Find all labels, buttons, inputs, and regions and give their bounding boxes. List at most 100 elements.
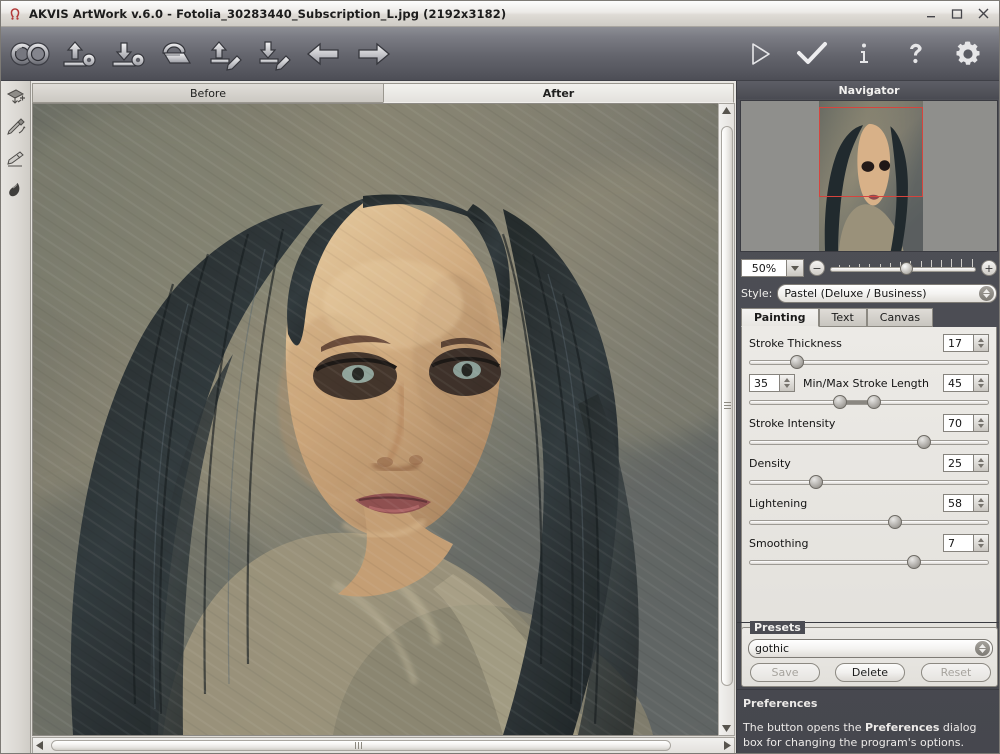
lightening-stepper[interactable]: 58: [943, 494, 989, 512]
density-slider[interactable]: [749, 474, 989, 490]
save-image-icon[interactable]: [105, 32, 151, 76]
zoom-slider[interactable]: [830, 259, 976, 277]
zoom-input[interactable]: 50%: [741, 259, 787, 277]
toolbar-left-group: [1, 32, 396, 76]
window-title: AKVIS ArtWork v.6.0 - Fotolia_30283440_S…: [29, 7, 506, 21]
akvis-horseshoe-icon: [7, 6, 23, 22]
spinner-updown-icon[interactable]: [974, 534, 989, 552]
density-stepper[interactable]: 25: [943, 454, 989, 472]
image-canvas[interactable]: [32, 103, 735, 736]
spinner-updown-icon[interactable]: [974, 494, 989, 512]
max-stroke-length-value[interactable]: 45: [943, 374, 974, 392]
scroll-right-icon[interactable]: [724, 741, 731, 750]
left-toolbar: [1, 81, 31, 754]
preset-select[interactable]: gothic: [748, 639, 993, 658]
setting-row-stroke-intensity: Stroke Intensity 70: [749, 413, 989, 433]
stroke-intensity-value[interactable]: 70: [943, 414, 974, 432]
load-preset-icon[interactable]: [203, 32, 249, 76]
navigator-preview[interactable]: [740, 100, 998, 252]
tab-before[interactable]: Before: [32, 83, 384, 103]
save-preset-icon[interactable]: [252, 32, 298, 76]
lightening-slider[interactable]: [749, 514, 989, 530]
zoom-out-button[interactable]: −: [809, 260, 825, 276]
main-toolbar: [1, 27, 1000, 81]
maximize-icon[interactable]: [949, 6, 965, 22]
smoothing-value[interactable]: 7: [943, 534, 974, 552]
scroll-up-icon[interactable]: [722, 107, 731, 114]
smudge-tool-icon[interactable]: [1, 174, 31, 205]
min-stroke-length-value[interactable]: 35: [749, 374, 780, 392]
redo-icon[interactable]: [350, 32, 396, 76]
stroke-intensity-slider[interactable]: [749, 434, 989, 450]
preset-save-button[interactable]: Save: [750, 663, 820, 682]
setting-row-stroke-length: 35 Min/Max Stroke Length 45: [749, 373, 989, 393]
settings-tabs: Painting Text Canvas: [741, 308, 997, 327]
stroke-thickness-value[interactable]: 17: [943, 334, 974, 352]
smoothing-stepper[interactable]: 7: [943, 534, 989, 552]
zoom-in-button[interactable]: +: [981, 260, 997, 276]
navigator-viewport-rect[interactable]: [819, 107, 923, 197]
tab-after[interactable]: After: [383, 83, 734, 103]
slider-thumb[interactable]: [809, 475, 823, 489]
lightening-label: Lightening: [749, 497, 807, 510]
spinner-updown-icon[interactable]: [974, 454, 989, 472]
help-icon[interactable]: [897, 32, 935, 76]
spinner-updown-icon[interactable]: [974, 414, 989, 432]
print-icon[interactable]: [154, 32, 200, 76]
presets-legend: Presets: [750, 621, 805, 634]
open-image-icon[interactable]: [56, 32, 102, 76]
transform-tool-icon[interactable]: [1, 81, 31, 112]
run-icon[interactable]: [741, 32, 779, 76]
chevron-down-icon[interactable]: [787, 259, 804, 277]
slider-thumb[interactable]: [907, 555, 921, 569]
min-stroke-length-stepper[interactable]: 35: [749, 374, 795, 392]
preset-reset-button[interactable]: Reset: [921, 663, 991, 682]
style-row: Style: Pastel (Deluxe / Business): [741, 283, 997, 303]
slider-thumb[interactable]: [790, 355, 804, 369]
slider-track: [749, 440, 989, 445]
tab-painting[interactable]: Painting: [741, 308, 819, 327]
spinner-updown-icon[interactable]: [974, 374, 989, 392]
zoom-slider-thumb[interactable]: [900, 262, 913, 275]
preset-select-value: gothic: [755, 642, 789, 655]
canvas-vertical-scrollbar[interactable]: [718, 103, 735, 736]
spinner-updown-icon[interactable]: [979, 286, 994, 301]
eraser-tool-icon[interactable]: [1, 143, 31, 174]
smoothing-slider[interactable]: [749, 554, 989, 570]
scroll-down-icon[interactable]: [722, 725, 731, 732]
apply-icon[interactable]: [793, 32, 831, 76]
undo-icon[interactable]: [301, 32, 347, 76]
before-after-toggle-icon[interactable]: [7, 32, 53, 76]
slider-thumb-max[interactable]: [867, 395, 881, 409]
spinner-updown-icon[interactable]: [780, 374, 795, 392]
setting-row-smoothing: Smoothing 7: [749, 533, 989, 553]
lightening-value[interactable]: 58: [943, 494, 974, 512]
tab-canvas[interactable]: Canvas: [867, 308, 933, 327]
preferences-hint-text: The button opens the Preferences dialog …: [743, 720, 998, 750]
stroke-direction-tool-icon[interactable]: [1, 112, 31, 143]
stroke-intensity-stepper[interactable]: 70: [943, 414, 989, 432]
setting-row-density: Density 25: [749, 453, 989, 473]
info-icon[interactable]: [845, 32, 883, 76]
slider-thumb[interactable]: [888, 515, 902, 529]
canvas-horizontal-scrollbar[interactable]: [32, 737, 735, 754]
minimize-icon[interactable]: [923, 6, 939, 22]
artwork-image: [33, 104, 718, 735]
density-value[interactable]: 25: [943, 454, 974, 472]
stroke-thickness-label: Stroke Thickness: [749, 337, 842, 350]
stroke-thickness-stepper[interactable]: 17: [943, 334, 989, 352]
spinner-updown-icon[interactable]: [974, 334, 989, 352]
stroke-thickness-slider[interactable]: [749, 354, 989, 370]
preset-delete-button[interactable]: Delete: [835, 663, 905, 682]
preferences-gear-icon[interactable]: [949, 32, 987, 76]
slider-thumb-min[interactable]: [833, 395, 847, 409]
close-icon[interactable]: [975, 6, 991, 22]
style-select[interactable]: Pastel (Deluxe / Business): [777, 284, 997, 303]
slider-thumb[interactable]: [917, 435, 931, 449]
tab-text[interactable]: Text: [819, 308, 867, 327]
painting-settings: Stroke Thickness 17 35 Min/Max Stroke Le…: [741, 327, 997, 646]
max-stroke-length-stepper[interactable]: 45: [943, 374, 989, 392]
stroke-length-range-slider[interactable]: [749, 394, 989, 410]
scroll-left-icon[interactable]: [36, 741, 43, 750]
spinner-updown-icon[interactable]: [975, 641, 990, 656]
